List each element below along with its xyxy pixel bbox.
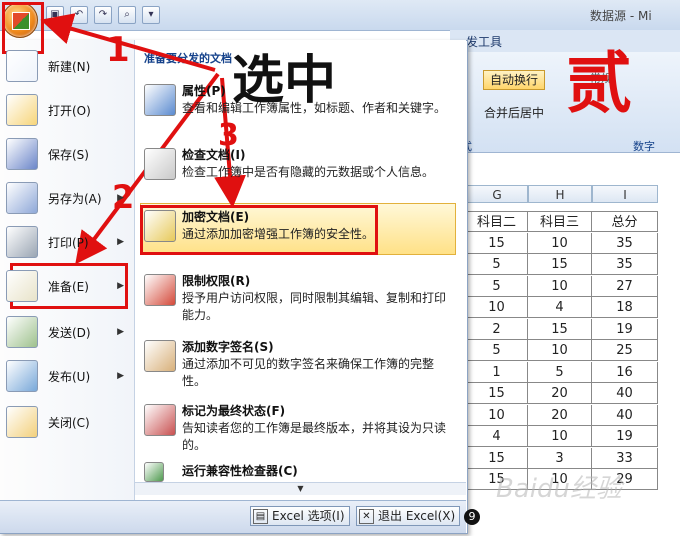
menu-item-new[interactable]: 新建(N) <box>6 46 130 86</box>
submenu-item-restrict-permission[interactable]: 限制权限(R) 授予用户访问权限，同时限制其编辑、复制和打印能力。 <box>140 272 460 328</box>
print-icon <box>6 226 38 258</box>
restrict-permission-icon <box>144 274 176 306</box>
menu-item-label: 打印(P) <box>48 235 89 250</box>
submenu-item-desc: 通过添加不可见的数字签名来确保工作簿的完整性。 <box>182 357 435 388</box>
submenu-item-encrypt-document[interactable]: 加密文档(E) 通过添加加密增强工作簿的安全性。 <box>140 208 460 264</box>
submenu-item-desc: 检查工作簿中是否有隐藏的元数据或个人信息。 <box>182 165 435 179</box>
submenu-item-title: 运行兼容性检查器(C) <box>182 464 298 478</box>
menu-item-label: 发送(D) <box>48 325 91 340</box>
menu-item-publish[interactable]: 发布(U) ▶ <box>6 356 130 396</box>
submenu-item-add-digital-signature[interactable]: 添加数字签名(S) 通过添加不可见的数字签名来确保工作簿的完整性。 <box>140 338 460 394</box>
menu-item-print[interactable]: 打印(P) ▶ <box>6 222 130 262</box>
encrypt-lock-icon <box>144 210 176 242</box>
submenu-item-title: 限制权限(R) <box>182 274 251 288</box>
prepare-icon <box>6 270 38 302</box>
submenu-item-inspect-document[interactable]: 检查文档(I) 检查工作簿中是否有隐藏的元数据或个人信息。 <box>140 146 460 202</box>
submenu-item-title: 属性(P) <box>182 84 226 98</box>
submenu-item-desc: 通过添加加密增强工作簿的安全性。 <box>182 227 375 241</box>
submenu-item-title: 标记为最终状态(F) <box>182 404 286 418</box>
submenu-item-title: 添加数字签名(S) <box>182 340 274 354</box>
submenu-item-desc: 告知读者您的工作簿是最终版本，并将其设为只读的。 <box>182 421 447 452</box>
inspect-document-icon <box>144 148 176 180</box>
submenu-item-desc: 授予用户访问权限，同时限制其编辑、复制和打印能力。 <box>182 291 447 322</box>
submenu-arrow-icon: ▶ <box>117 327 124 337</box>
menu-item-save[interactable]: 保存(S) <box>6 134 130 174</box>
submenu-arrow-icon: ▶ <box>117 237 124 247</box>
submenu-item-desc: 查看和编辑工作簿属性，如标题、作者和关键字。 <box>182 101 447 115</box>
send-icon <box>6 316 38 348</box>
menu-item-close[interactable]: 关闭(C) <box>6 402 130 442</box>
compatibility-checker-icon <box>144 462 164 482</box>
submenu-item-compatibility-checker[interactable]: 运行兼容性检查器(C) <box>140 462 460 482</box>
publish-icon <box>6 360 38 392</box>
menu-item-label: 新建(N) <box>48 59 91 74</box>
new-icon <box>6 50 38 82</box>
menu-item-prepare[interactable]: 准备(E) ▶ <box>6 266 130 306</box>
submenu-item-properties[interactable]: 属性(P) 查看和编辑工作簿属性，如标题、作者和关键字。 <box>140 82 460 138</box>
close-folder-icon <box>6 406 38 438</box>
menu-item-label: 关闭(C) <box>48 415 90 430</box>
submenu-item-title: 加密文档(E) <box>182 210 250 224</box>
save-icon <box>6 138 38 170</box>
menu-item-label: 发布(U) <box>48 369 91 384</box>
mark-final-icon <box>144 404 176 436</box>
menu-item-save-as[interactable]: 另存为(A) ▶ <box>6 178 130 218</box>
menu-item-label: 保存(S) <box>48 147 89 162</box>
properties-icon <box>144 84 176 116</box>
menu-item-open[interactable]: 打开(O) <box>6 90 130 130</box>
corner-label: 贰 <box>566 45 632 122</box>
save-as-icon <box>6 182 38 214</box>
digital-signature-icon <box>144 340 176 372</box>
menu-item-label: 打开(O) <box>48 103 91 118</box>
submenu-item-mark-as-final[interactable]: 标记为最终状态(F) 告知读者您的工作簿是最终版本，并将其设为只读的。 <box>140 402 460 458</box>
submenu-item-title: 检查文档(I) <box>182 148 246 162</box>
submenu-arrow-icon: ▶ <box>117 281 124 291</box>
menu-item-label: 另存为(A) <box>48 191 102 206</box>
submenu-arrow-icon: ▶ <box>117 371 124 381</box>
open-folder-icon <box>6 94 38 126</box>
menu-item-send[interactable]: 发送(D) ▶ <box>6 312 130 352</box>
submenu-arrow-icon: ▶ <box>117 193 124 203</box>
menu-item-label: 准备(E) <box>48 279 89 294</box>
